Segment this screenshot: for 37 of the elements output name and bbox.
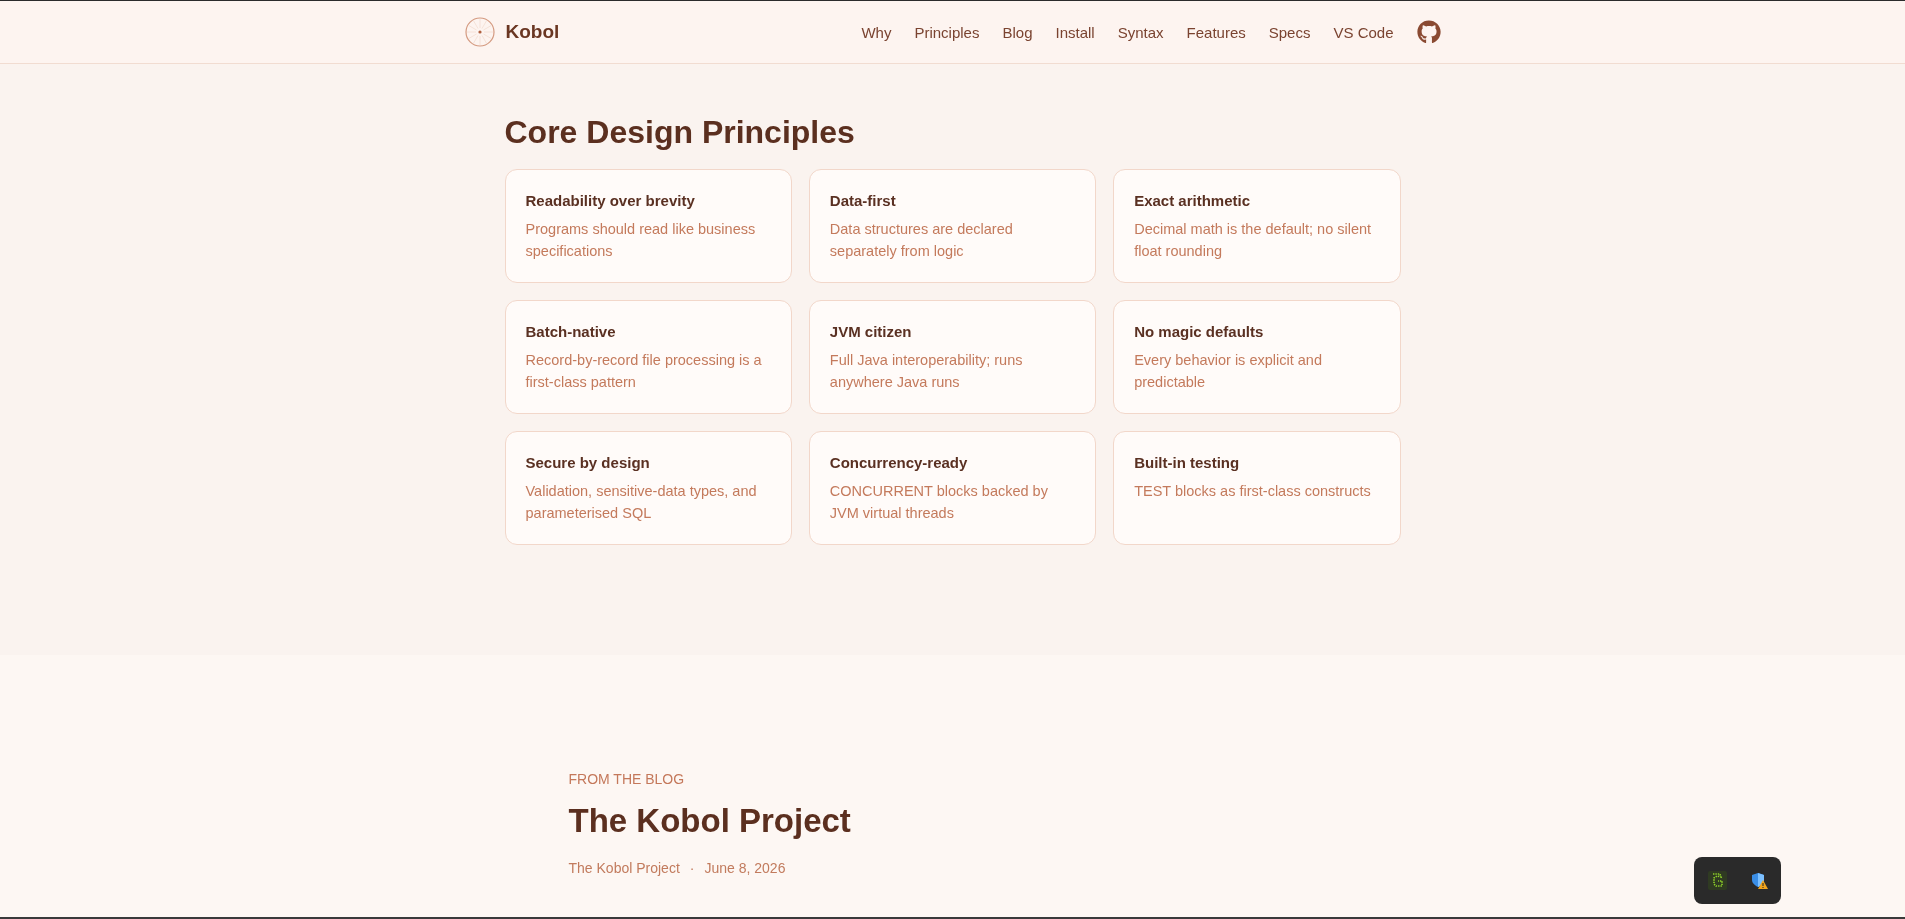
post-author: The Kobol Project <box>568 859 680 878</box>
card-description: TEST blocks as first-class constructs <box>1134 482 1372 501</box>
card-description: CONCURRENT blocks backed by JVM virtual threads <box>829 482 1049 523</box>
section-eyebrow: FROM THE BLOG <box>568 770 686 789</box>
github-icon[interactable] <box>1416 20 1441 44</box>
nav-link[interactable]: VS Code <box>1333 23 1394 41</box>
nav-link[interactable]: Features <box>1186 23 1246 41</box>
card-title: JVM citizen <box>829 322 913 342</box>
post-date: June 8, 2026 <box>704 859 786 878</box>
logo-icon <box>464 17 495 47</box>
meta-separator: · <box>689 859 695 878</box>
nav-link[interactable]: Blog <box>1002 23 1033 41</box>
nav-link[interactable]: Specs <box>1268 23 1311 41</box>
dotted-glyph-icon[interactable] <box>1707 871 1727 890</box>
card-title: Readability over brevity <box>525 191 696 211</box>
card-description: Validation, sensitive-data types, and parameterised SQL <box>525 482 758 523</box>
card-description: Record-by-record file processing is a first-class pattern <box>525 351 763 392</box>
card-title: No magic defaults <box>1134 322 1265 342</box>
card-title: Exact arithmetic <box>1134 191 1252 211</box>
card-title: Batch-native <box>525 322 617 342</box>
card-title: Secure by design <box>525 453 651 473</box>
card-description: Full Java interoperability; runs anywhere Java runs <box>829 351 1024 392</box>
shield-warning-icon[interactable] <box>1750 872 1768 889</box>
card-description: Programs should read like business specifications <box>525 220 757 261</box>
card-description: Decimal math is the default; no silent float rounding <box>1134 220 1373 261</box>
card-title: Built-in testing <box>1134 453 1241 473</box>
card-title: Data-first <box>829 191 897 211</box>
blog-post-title[interactable]: The Kobol Project <box>568 799 1337 843</box>
nav-link[interactable]: Syntax <box>1117 23 1164 41</box>
section-heading: Core Design Principles <box>504 113 856 152</box>
nav-link[interactable]: Why <box>861 23 892 41</box>
nav-link[interactable]: Install <box>1055 23 1095 41</box>
card-description: Every behavior is explicit and predictable <box>1134 351 1323 392</box>
nav-link[interactable]: Principles <box>914 23 980 41</box>
card-description: Data structures are declared separately from logic <box>829 220 1014 261</box>
card-title: Concurrency-ready <box>829 453 969 473</box>
brand-link[interactable]: Kobol <box>464 17 560 47</box>
